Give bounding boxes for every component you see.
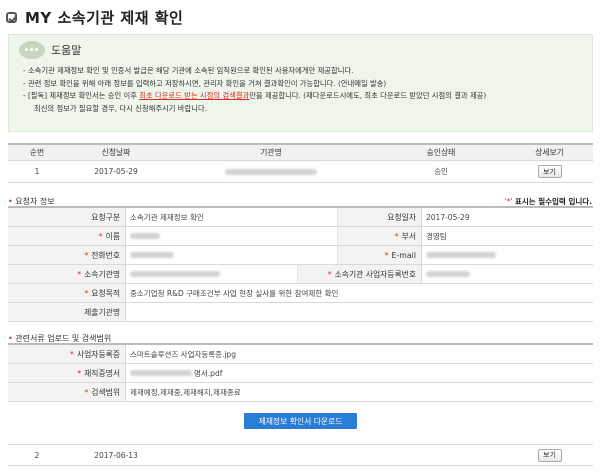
row-org — [166, 161, 376, 182]
label-text: 전화번호 — [91, 250, 120, 260]
col-header-date: 신청날짜 — [101, 148, 131, 157]
row-detail: 보기 — [506, 445, 593, 465]
label-biz-no: * 소속기관 사업자등록번호 — [298, 265, 422, 283]
row-no: 1 — [34, 167, 40, 176]
label-text: 사업자등록증 — [76, 349, 120, 359]
email-field[interactable] — [422, 246, 593, 264]
form-row: * 전화번호 * E-mail — [8, 246, 593, 265]
name-field[interactable] — [126, 227, 338, 245]
view-button[interactable]: 보기 — [537, 448, 562, 462]
row-status — [376, 445, 506, 465]
label-purpose: * 요청목적 — [8, 284, 126, 302]
help-line: - [필독] 제재정보 확인서는 승인 이후 최초 다운로드 받는 시점의 검색… — [23, 90, 588, 103]
label-dept: * 부서 — [338, 227, 422, 245]
label-email: * E-mail — [338, 246, 422, 264]
row-org — [166, 445, 376, 465]
form-row: * 소속기관명 * 소속기관 사업자등록번호 — [8, 265, 593, 284]
org-name-field[interactable] — [126, 265, 298, 283]
form-row: * 이름 * 부서 경영팀 — [8, 227, 593, 246]
requester-form: 요청구분 소속기관 제재정보 확인 요청일자 2017-05-29 * 이름 * 부… — [8, 206, 593, 322]
submit-org-field[interactable] — [126, 303, 593, 321]
row-date: 2017-05-29 — [94, 167, 138, 176]
label-submit-org: 제출기관명 — [8, 303, 126, 321]
help-line-text: 만을 제공합니다. (재다운로드시에도, 최초 다운로드 받았던 시점의 결과 … — [249, 91, 487, 101]
label-org-name: * 소속기관명 — [8, 265, 126, 283]
help-line: - 관련 정보 확인을 위해 아래 정보를 입력하고 저장하시면, 관리자 확인… — [23, 78, 387, 88]
table-row: 1 2017-05-29 승인 보기 — [8, 161, 593, 183]
scope-value: 제재예정,제재중,제재해지,제재종료 — [130, 387, 241, 397]
col-header-org: 기관명 — [260, 148, 282, 157]
label-text: 검색범위 — [91, 387, 120, 397]
help-line: - 소속기관 제재정보 확인 및 인증서 발급은 해당 기관에 소속된 임직원으… — [23, 66, 354, 75]
redacted-text — [130, 271, 220, 277]
col-header-status: 승인상태 — [426, 148, 456, 157]
form-row: * 요청목적 중소기업청 R&D 구매조건부 사업 현장 실사를 위한 참여제한 … — [8, 284, 593, 303]
view-button[interactable]: 보기 — [537, 165, 562, 178]
biz-no-field[interactable] — [422, 265, 593, 283]
section-title-text: 관련서류 업로드 및 검색범위 — [15, 334, 112, 343]
help-text: - 소속기관 제재정보 확인 및 인증서 발급은 해당 기관에 소속된 임직원으… — [23, 65, 588, 115]
label-biz-cert: * 사업자등록증 — [8, 345, 126, 363]
form-row: 제출기관명 — [8, 303, 593, 322]
row-status: 승인 — [434, 167, 448, 176]
row-detail: 보기 — [506, 161, 593, 182]
help-line-text: - [필독] 제재정보 확인서는 승인 이후 — [23, 91, 140, 101]
help-header: 도움말 — [19, 41, 81, 59]
download-certificate-button[interactable]: 제재정보 확인서 다운로드 — [244, 413, 357, 429]
required-star: '*' — [504, 197, 513, 206]
help-line: 최신의 정보가 필요할 경우, 다시 신청해주시기 바랍니다. — [34, 103, 207, 113]
redacted-text — [130, 252, 174, 258]
label-text: 요청목적 — [91, 288, 120, 298]
help-highlight: 최초 다운로드 받는 시점의 검색결과 — [139, 91, 250, 101]
purpose-field[interactable]: 중소기업청 R&D 구매조건부 사업 현장 실사를 위한 참여제한 확인 — [126, 284, 593, 302]
phone-field[interactable] — [126, 246, 338, 264]
redacted-text — [225, 168, 317, 175]
help-box: 도움말 - 소속기관 제재정보 확인 및 인증서 발급은 해당 기관에 소속된 … — [8, 34, 593, 132]
dept-field[interactable]: 경영팀 — [422, 227, 593, 245]
employ-cert-file[interactable]: 명서.pdf — [126, 364, 593, 382]
page-title: MY 소속기관 제재 확인 — [25, 8, 184, 27]
row-no: 2 — [34, 450, 40, 460]
help-title: 도움말 — [51, 44, 82, 57]
check-square-icon — [6, 11, 17, 23]
label-text: 이름 — [105, 231, 120, 241]
speech-bubble-icon — [19, 41, 45, 59]
form-row: * 사업자등록증 스마트솔루션즈 사업자등록증.jpg — [8, 345, 593, 364]
row-date: 2017-06-13 — [94, 450, 138, 460]
req-type-value: 소속기관 제재정보 확인 — [126, 208, 338, 226]
label-employ-cert: * 재직증명서 — [8, 364, 126, 382]
label-scope: * 검색범위 — [8, 383, 126, 401]
list-header: 순번 신청날짜 기관명 승인상태 상세보기 — [8, 143, 593, 161]
redacted-text — [130, 233, 160, 239]
page-header: MY 소속기관 제재 확인 — [6, 6, 183, 28]
form-row: 요청구분 소속기관 제재정보 확인 요청일자 2017-05-29 — [8, 208, 593, 227]
section-title-text: 요청자 정보 — [15, 197, 55, 206]
label-text: E-mail — [391, 250, 416, 260]
label-text: 소속기관 사업자등록번호 — [334, 269, 416, 279]
label-name: * 이름 — [8, 227, 126, 245]
table-row: 2 2017-06-13 보기 — [8, 444, 593, 466]
docs-form: * 사업자등록증 스마트솔루션즈 사업자등록증.jpg * 재직증명서 명서.pdf… — [8, 343, 593, 402]
req-date-value: 2017-05-29 — [426, 212, 470, 222]
biz-cert-file[interactable]: 스마트솔루션즈 사업자등록증.jpg — [126, 345, 593, 363]
form-row: * 검색범위 제재예정,제재중,제재해지,제재종료 — [8, 383, 593, 402]
label-text: 부서 — [401, 231, 416, 241]
label-text: 소속기관명 — [84, 269, 120, 279]
col-header-no: 순번 — [29, 148, 45, 157]
redacted-text — [130, 370, 192, 376]
form-row: * 재직증명서 명서.pdf — [8, 364, 593, 383]
redacted-text — [426, 252, 496, 258]
label-phone: * 전화번호 — [8, 246, 126, 264]
redacted-text — [426, 271, 470, 277]
label-req-type: 요청구분 — [8, 208, 126, 226]
file-suffix: 명서.pdf — [194, 368, 223, 378]
required-note-text: 표시는 필수입력 입니다. — [514, 197, 592, 206]
label-text: 재직증명서 — [84, 368, 120, 378]
col-header-detail: 상세보기 — [535, 148, 564, 157]
label-req-date: 요청일자 — [338, 208, 422, 226]
